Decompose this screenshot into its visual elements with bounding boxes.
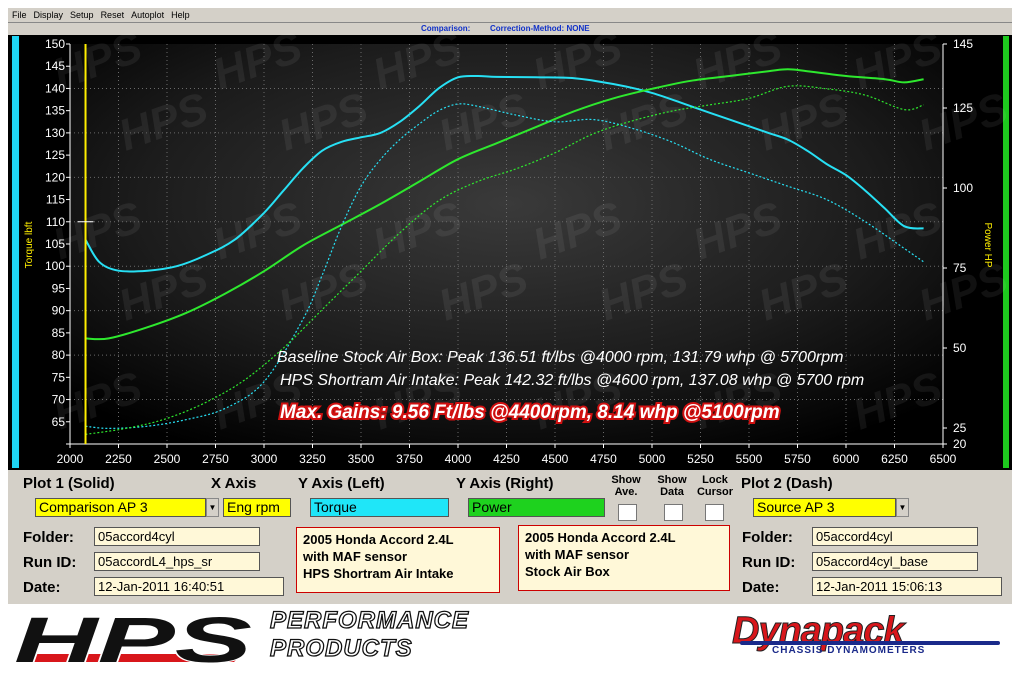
y-right-tick-label: 20: [953, 437, 967, 451]
x-tick-label: 2750: [202, 452, 229, 466]
x-tick-label: 4250: [493, 452, 520, 466]
plot1-folder-label: Folder:: [23, 529, 74, 546]
y-left-tick-label: 80: [52, 348, 66, 362]
plot2-select[interactable]: Source AP 3: [753, 498, 896, 517]
plot2-folder-field[interactable]: 05accord4cyl: [812, 527, 978, 546]
x-tick-label: 4000: [445, 452, 472, 466]
plot1-dropdown-icon[interactable]: ▼: [206, 498, 219, 517]
x-tick-label: 5250: [687, 452, 714, 466]
y-right-tick-label: 100: [953, 181, 973, 195]
plot1-description[interactable]: 2005 Honda Accord 2.4L with MAF sensor H…: [296, 527, 500, 593]
plot1-folder-field[interactable]: 05accord4cyl: [94, 527, 260, 546]
x-tick-label: 3750: [396, 452, 423, 466]
show-ave-label: Show Ave.: [611, 474, 641, 498]
y-left-tick-label: 140: [45, 81, 65, 95]
plot1-runid-label: Run ID:: [23, 554, 77, 571]
products-word: PRODUCTS: [269, 634, 413, 662]
y-right-tick-label: 25: [953, 421, 967, 435]
y-left-tick-label: 90: [52, 304, 66, 318]
x-tick-label: 5500: [736, 452, 763, 466]
y-right-tick-label: 125: [953, 101, 973, 115]
x-tick-label: 6500: [930, 452, 957, 466]
x-axis-label: X Axis: [211, 475, 257, 492]
y-axis-right-label: Y Axis (Right): [456, 475, 554, 492]
plot1-label: Plot 1 (Solid): [23, 475, 115, 492]
plot2-label: Plot 2 (Dash): [741, 475, 833, 492]
plot1-runid-field[interactable]: 05accordL4_hps_sr: [94, 552, 260, 571]
plot1-date-label: Date:: [23, 579, 61, 596]
x-tick-label: 2250: [105, 452, 132, 466]
y-left-tick-label: 75: [52, 370, 66, 384]
max-gains-annotation: Max. Gains: 9.56 Ft/lbs @4400rpm, 8.14 w…: [280, 402, 780, 423]
y-left-tick-label: 145: [45, 59, 65, 73]
x-tick-label: 5000: [639, 452, 666, 466]
x-tick-label: 4500: [542, 452, 569, 466]
hps-annotation: HPS Shortram Air Intake: Peak 142.32 ft/…: [280, 372, 864, 389]
y-left-tick-label: 70: [52, 393, 66, 407]
control-panel: Plot 1 (Solid) Comparison AP 3 ▼ X Axis …: [8, 470, 1012, 605]
plot2-runid-field[interactable]: 05accord4cyl_base: [812, 552, 978, 571]
plot2-description[interactable]: 2005 Honda Accord 2.4L with MAF sensor S…: [518, 525, 730, 591]
plot2-dropdown-icon[interactable]: ▼: [896, 498, 909, 517]
y-left-tick-label: 150: [45, 37, 65, 51]
x-tick-label: 6000: [833, 452, 860, 466]
footer-branding: HPS PERFORMANCE PRODUCTS Dynapack CHASSI…: [0, 604, 1020, 674]
baseline-annotation: Baseline Stock Air Box: Peak 136.51 ft/l…: [277, 349, 843, 366]
plot1-select[interactable]: Comparison AP 3: [35, 498, 206, 517]
show-ave-checkbox[interactable]: [618, 504, 637, 521]
left-axis-label: Torque lbft: [24, 221, 35, 268]
y-axis-left-label: Y Axis (Left): [298, 475, 385, 492]
y-left-tick-label: 85: [52, 326, 66, 340]
y-left-tick-label: 100: [45, 259, 65, 273]
x-tick-label: 3500: [348, 452, 375, 466]
dynapack-subtitle: CHASSIS DYNAMOMETERS: [772, 645, 926, 656]
x-tick-label: 5750: [784, 452, 811, 466]
show-data-checkbox[interactable]: [664, 504, 683, 521]
right-axis-label: Power HP: [982, 222, 993, 267]
y-left-tick-label: 105: [45, 237, 65, 251]
x-tick-label: 3250: [299, 452, 326, 466]
lock-cursor-checkbox[interactable]: [705, 504, 724, 521]
plot2-date-label: Date:: [742, 579, 780, 596]
plot2-folder-label: Folder:: [742, 529, 793, 546]
performance-word: PERFORMANCE: [269, 606, 470, 634]
plot2-runid-label: Run ID:: [742, 554, 796, 571]
svg-text:HPS: HPS: [14, 610, 253, 672]
x-tick-label: 2000: [57, 452, 84, 466]
hps-logo: HPS: [13, 610, 254, 672]
x-axis-select[interactable]: Eng rpm: [223, 498, 291, 517]
x-tick-label: 3000: [251, 452, 278, 466]
plot1-date-field[interactable]: 12-Jan-2011 16:40:51: [94, 577, 284, 596]
y-left-tick-label: 65: [52, 415, 66, 429]
y-axis-left-select[interactable]: Torque: [310, 498, 449, 517]
x-tick-label: 6250: [881, 452, 908, 466]
performance-products-text: PERFORMANCE PRODUCTS: [269, 606, 470, 663]
x-tick-label: 4750: [590, 452, 617, 466]
y-right-tick-label: 145: [953, 37, 973, 51]
y-left-tick-label: 125: [45, 148, 65, 162]
y-left-tick-label: 110: [46, 215, 65, 229]
y-axis-right-select[interactable]: Power: [468, 498, 605, 517]
y-right-tick-label: 75: [953, 261, 967, 275]
dyno-chart: HPS HPS HPS HPS HPS HPSHPS HPS HPS HPS HPS HPSHPS H…: [24, 22, 1014, 466]
y-left-tick-label: 115: [46, 193, 65, 207]
y-left-tick-label: 135: [45, 104, 65, 118]
x-tick-label: 2500: [154, 452, 181, 466]
y-left-tick-label: 130: [45, 126, 65, 140]
lock-cursor-label: Lock Cursor: [696, 474, 734, 498]
y-left-tick-label: 120: [45, 170, 65, 184]
y-right-tick-label: 50: [953, 341, 967, 355]
plot2-date-field[interactable]: 12-Jan-2011 15:06:13: [812, 577, 1002, 596]
y-left-tick-label: 95: [52, 281, 66, 295]
